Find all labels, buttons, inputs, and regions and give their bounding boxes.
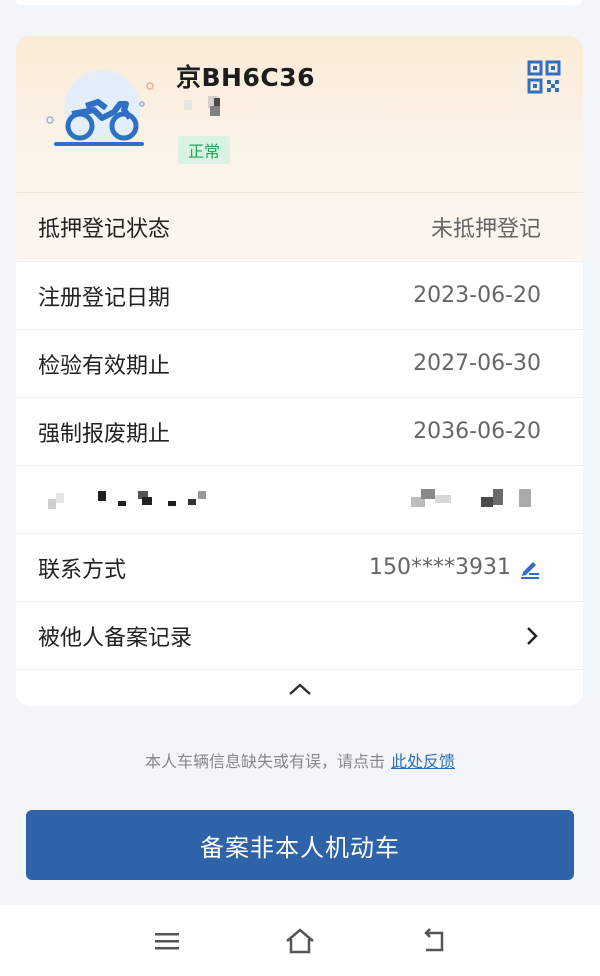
system-nav-bar bbox=[0, 905, 600, 976]
vehicle-card: 京BH6C36 正常 抵押登记状态 未抵押登记 注册登记日期 2023-06-2… bbox=[16, 36, 583, 706]
qr-code-icon[interactable] bbox=[527, 60, 561, 94]
contact-value-group: 150****3931 bbox=[369, 555, 541, 580]
chevron-right-icon bbox=[527, 626, 538, 645]
contact-value: 150****3931 bbox=[369, 555, 511, 580]
inspection-expiry-label: 检验有效期止 bbox=[38, 353, 171, 379]
scrap-deadline-value: 2036-06-20 bbox=[413, 419, 541, 444]
home-button[interactable] bbox=[280, 921, 320, 961]
license-plate: 京BH6C36 bbox=[176, 63, 316, 92]
scrap-deadline-row: 强制报废期止 2036-06-20 bbox=[16, 398, 583, 466]
records-label: 被他人备案记录 bbox=[38, 625, 193, 651]
menu-icon bbox=[154, 932, 179, 949]
redacted-label bbox=[48, 490, 206, 509]
feedback-text: 本人车辆信息缺失或有误，请点击 此处反馈 bbox=[0, 748, 600, 772]
contact-label: 联系方式 bbox=[38, 557, 127, 583]
records-row[interactable]: 被他人备案记录 bbox=[16, 602, 583, 670]
chevron-up-icon bbox=[288, 683, 311, 695]
registration-date-label: 注册登记日期 bbox=[38, 285, 171, 311]
registration-date-value: 2023-06-20 bbox=[413, 283, 541, 308]
feedback-link[interactable]: 此处反馈 bbox=[391, 752, 455, 771]
redacted-row bbox=[16, 466, 583, 534]
inspection-expiry-row: 检验有效期止 2027-06-30 bbox=[16, 330, 583, 398]
menu-button[interactable] bbox=[147, 921, 187, 961]
feedback-message: 本人车辆信息缺失或有误，请点击 bbox=[144, 752, 385, 771]
contact-row: 联系方式 150****3931 bbox=[16, 534, 583, 602]
inspection-expiry-value: 2027-06-30 bbox=[413, 351, 541, 376]
previous-card-edge bbox=[16, 0, 582, 5]
pledge-status-label: 抵押登记状态 bbox=[38, 217, 171, 242]
collapse-button[interactable] bbox=[16, 670, 583, 706]
back-button[interactable] bbox=[413, 921, 453, 961]
edit-icon[interactable] bbox=[517, 556, 541, 580]
pledge-status-value: 未抵押登记 bbox=[430, 217, 541, 242]
motorcycle-icon bbox=[46, 70, 154, 146]
back-icon bbox=[424, 927, 444, 951]
redacted-value bbox=[411, 488, 531, 507]
pledge-status-row: 抵押登记状态 未抵押登记 bbox=[16, 193, 583, 262]
register-other-vehicle-button[interactable]: 备案非本人机动车 bbox=[26, 810, 574, 880]
redacted-text bbox=[184, 96, 220, 116]
home-icon bbox=[286, 927, 314, 953]
status-badge: 正常 bbox=[178, 136, 231, 164]
scrap-deadline-label: 强制报废期止 bbox=[38, 421, 171, 447]
registration-date-row: 注册登记日期 2023-06-20 bbox=[16, 262, 583, 330]
vehicle-card-header: 京BH6C36 正常 bbox=[16, 36, 583, 193]
